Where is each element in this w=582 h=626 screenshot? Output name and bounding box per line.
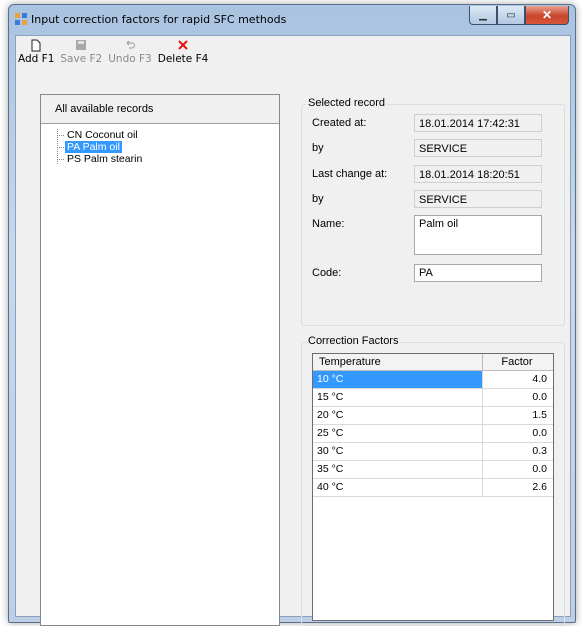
factor-column-header[interactable]: Factor bbox=[483, 354, 551, 370]
minimize-button[interactable]: ▁ bbox=[469, 6, 497, 25]
records-panel-header: All available records bbox=[41, 95, 279, 124]
temperature-cell[interactable]: 35 °C bbox=[313, 461, 483, 478]
undo-icon bbox=[126, 40, 135, 49]
temperature-cell[interactable]: 30 °C bbox=[313, 443, 483, 460]
maximize-button[interactable]: ▭ bbox=[497, 6, 525, 25]
factor-cell[interactable]: 0.0 bbox=[483, 389, 551, 406]
save-button-label: Save F2 bbox=[60, 53, 103, 65]
changed-by-field: SERVICE bbox=[414, 190, 542, 208]
delete-button-label: Delete F4 bbox=[157, 53, 209, 65]
close-icon: ✕ bbox=[541, 8, 553, 22]
delete-button[interactable]: Delete F4 bbox=[156, 36, 211, 70]
delete-x-icon bbox=[178, 40, 188, 50]
factor-cell[interactable]: 4.0 bbox=[483, 371, 551, 388]
last-change-field: 18.01.2014 18:20:51 bbox=[414, 165, 542, 183]
add-button-label: Add F1 bbox=[18, 53, 55, 65]
name-input[interactable]: Palm oil bbox=[414, 215, 542, 255]
title-bar[interactable]: Input correction factors for rapid SFC m… bbox=[9, 5, 575, 35]
window-title: Input correction factors for rapid SFC m… bbox=[31, 13, 287, 26]
tree-item-label: CN Coconut oil bbox=[67, 129, 138, 141]
table-row[interactable]: 40 °C 2.6 bbox=[313, 479, 553, 497]
created-by-field: SERVICE bbox=[414, 139, 542, 157]
created-at-label: Created at: bbox=[312, 117, 367, 129]
undo-button[interactable]: Undo F3 bbox=[106, 36, 154, 70]
temperature-cell[interactable]: 40 °C bbox=[313, 479, 483, 496]
app-window: Input correction factors for rapid SFC m… bbox=[8, 4, 576, 626]
tree-item-palm-oil[interactable]: PA Palm oil bbox=[53, 141, 144, 153]
records-panel: All available records CN Coconut oil PA … bbox=[40, 94, 280, 626]
tree-item-coconut-oil[interactable]: CN Coconut oil bbox=[53, 129, 144, 141]
correction-factors-grid[interactable]: Temperature Factor 10 °C 4.0 15 °C 0.0 2… bbox=[312, 353, 554, 621]
save-button[interactable]: Save F2 bbox=[58, 36, 104, 70]
changed-by-label: by bbox=[312, 193, 324, 205]
correction-factors-title: Correction Factors bbox=[306, 335, 401, 347]
tree-item-label: PS Palm stearin bbox=[67, 153, 143, 165]
undo-button-label: Undo F3 bbox=[108, 53, 152, 65]
close-button[interactable]: ✕ bbox=[525, 6, 569, 25]
app-icon bbox=[15, 13, 27, 25]
factor-cell[interactable]: 2.6 bbox=[483, 479, 551, 496]
save-icon bbox=[76, 40, 87, 50]
selected-record-title: Selected record bbox=[306, 97, 388, 109]
factor-cell[interactable]: 1.5 bbox=[483, 407, 551, 424]
table-row[interactable]: 15 °C 0.0 bbox=[313, 389, 553, 407]
client-area: Add F1 Save F2 Undo F3 Delete F4 All ava… bbox=[15, 35, 571, 626]
caption-buttons: ▁ ▭ ✕ bbox=[469, 6, 569, 25]
toolbar: Add F1 Save F2 Undo F3 Delete F4 bbox=[16, 36, 570, 70]
created-at-field: 18.01.2014 17:42:31 bbox=[414, 114, 542, 132]
factor-cell[interactable]: 0.0 bbox=[483, 425, 551, 442]
correction-factors-group: Correction Factors Temperature Factor 10… bbox=[301, 335, 565, 626]
temperature-cell[interactable]: 10 °C bbox=[313, 371, 483, 388]
temperature-column-header[interactable]: Temperature bbox=[313, 354, 483, 370]
last-change-label: Last change at: bbox=[312, 168, 388, 180]
code-input[interactable]: PA bbox=[414, 264, 542, 282]
table-row[interactable]: 30 °C 0.3 bbox=[313, 443, 553, 461]
table-row[interactable]: 35 °C 0.0 bbox=[313, 461, 553, 479]
new-document-icon bbox=[31, 39, 41, 52]
temperature-cell[interactable]: 20 °C bbox=[313, 407, 483, 424]
table-row[interactable]: 25 °C 0.0 bbox=[313, 425, 553, 443]
add-button[interactable]: Add F1 bbox=[16, 36, 56, 70]
maximize-icon: ▭ bbox=[506, 9, 516, 21]
name-label: Name: bbox=[312, 218, 345, 230]
code-label: Code: bbox=[312, 267, 342, 279]
tree-item-palm-stearin[interactable]: PS Palm stearin bbox=[53, 153, 144, 165]
created-by-label: by bbox=[312, 142, 324, 154]
temperature-cell[interactable]: 15 °C bbox=[313, 389, 483, 406]
factor-cell[interactable]: 0.0 bbox=[483, 461, 551, 478]
table-row[interactable]: 20 °C 1.5 bbox=[313, 407, 553, 425]
grid-header: Temperature Factor bbox=[313, 354, 553, 371]
records-tree[interactable]: CN Coconut oil PA Palm oil PS Palm stear… bbox=[53, 129, 144, 165]
temperature-cell[interactable]: 25 °C bbox=[313, 425, 483, 442]
tree-item-label: PA Palm oil bbox=[65, 141, 122, 153]
table-row[interactable]: 10 °C 4.0 bbox=[313, 371, 553, 389]
minimize-icon: ▁ bbox=[479, 9, 487, 21]
selected-record-group: Selected record Created at: 18.01.2014 1… bbox=[301, 97, 565, 326]
factor-cell[interactable]: 0.3 bbox=[483, 443, 551, 460]
